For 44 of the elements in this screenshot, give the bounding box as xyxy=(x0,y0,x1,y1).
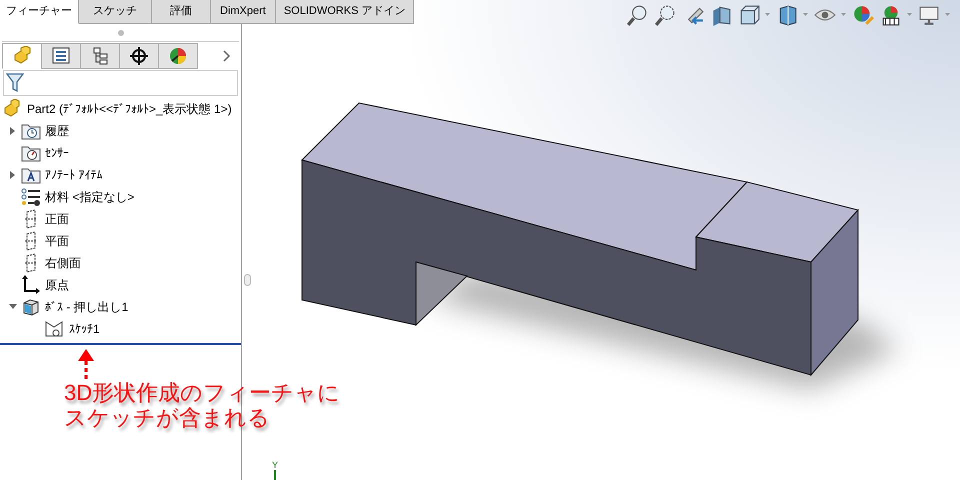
panel-tab[interactable] xyxy=(80,43,120,69)
expanded-arrow-icon[interactable] xyxy=(9,304,17,310)
crosshair-icon xyxy=(129,46,149,66)
collapsed-arrow-icon[interactable] xyxy=(10,127,16,135)
tree-item[interactable]: ｱﾉﾃｰﾄ ｱｲﾃﾑ xyxy=(45,166,102,184)
splitter-handle-icon[interactable] xyxy=(118,30,124,36)
command-tab[interactable]: スケッチ xyxy=(79,0,152,24)
tree-item[interactable]: Part2 (ﾃﾞﾌｫﾙﾄ<<ﾃﾞﾌｫﾙﾄ>_表示状態 1>) xyxy=(27,100,232,118)
command-tab[interactable]: DimXpert xyxy=(211,0,276,24)
tree-item[interactable]: 平面 xyxy=(45,232,69,250)
panel-tab[interactable] xyxy=(41,43,81,69)
view-orientation-icon[interactable] xyxy=(738,4,760,26)
tree-item[interactable]: 原点 xyxy=(45,276,69,294)
list-icon xyxy=(51,46,71,66)
color-wheel-icon xyxy=(168,46,188,66)
tree-item[interactable]: ﾎﾞｽ - 押し出し1 xyxy=(45,298,128,316)
monitor-icon[interactable] xyxy=(918,4,940,26)
axis-triad-icon xyxy=(272,470,278,480)
tree-item[interactable]: ｾﾝｻｰ xyxy=(45,144,69,162)
appearance-icon[interactable] xyxy=(852,4,874,26)
tree-item[interactable]: 正面 xyxy=(45,210,69,228)
dashed-arrow xyxy=(76,349,96,379)
tree-item[interactable]: 右側面 xyxy=(45,254,81,272)
tree-item[interactable]: ｽｹｯﾁ1 xyxy=(69,320,100,338)
zoom-fit-icon[interactable] xyxy=(626,4,648,26)
axis-label: Y xyxy=(272,460,278,470)
resize-handle-icon[interactable] xyxy=(244,274,251,286)
annotation-text: 3D形状作成のフィーチャに xyxy=(64,380,340,405)
cube-icon xyxy=(21,297,41,317)
scene-icon[interactable] xyxy=(880,4,902,26)
command-tab[interactable]: 評価 xyxy=(152,0,211,24)
chevron-right-icon[interactable] xyxy=(223,50,231,62)
annotation-text: スケッチが含まれる xyxy=(64,405,271,430)
material-list-icon xyxy=(21,187,41,207)
axes-icon xyxy=(21,275,41,295)
tree-item[interactable]: 材料 <指定なし> xyxy=(45,188,134,206)
command-tab[interactable]: SOLIDWORKS アドイン xyxy=(276,0,414,24)
filter-icon[interactable] xyxy=(6,73,24,93)
part-icon xyxy=(12,46,32,66)
collapsed-arrow-icon[interactable] xyxy=(10,171,16,179)
sketch-icon xyxy=(45,319,65,339)
panel-tab[interactable] xyxy=(119,43,159,69)
zoom-area-icon[interactable] xyxy=(654,4,676,26)
tree-item[interactable]: 履歴 xyxy=(45,122,69,140)
